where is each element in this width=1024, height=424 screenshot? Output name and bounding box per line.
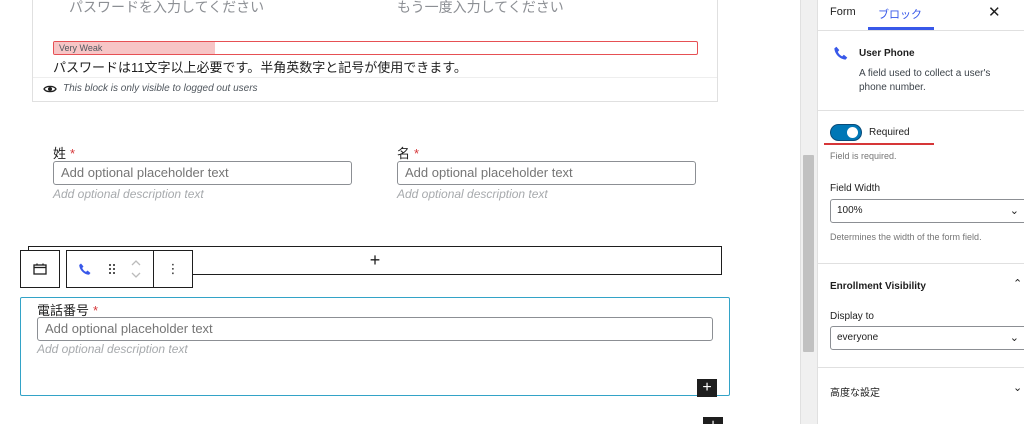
display-to-select[interactable]: everyone ⌄ [830, 326, 1024, 350]
required-asterisk: * [93, 303, 99, 318]
phone-field-block[interactable]: 電話番号 * Add optional placeholder text Add … [20, 297, 730, 397]
phone-icon [79, 263, 91, 275]
password-block[interactable]: パスワードを入力してください もう一度入力してください Very Weak パス… [32, 0, 718, 102]
block-toolbar: ⋮ [20, 250, 193, 288]
block-title: User Phone [859, 48, 915, 59]
toolbar-block-group [66, 250, 154, 288]
field-width-value: 100% [837, 205, 863, 216]
confirm-password-placeholder[interactable]: もう一度入力してください [397, 0, 564, 17]
required-asterisk: * [414, 146, 420, 161]
chevron-down-icon[interactable]: ⌄ [1013, 381, 1022, 394]
plus-icon: + [369, 250, 381, 270]
password-placeholder[interactable]: パスワードを入力してください [69, 0, 264, 17]
divider [818, 367, 1024, 368]
required-asterisk: * [70, 146, 76, 161]
field-width-help: Determines the width of the form field. [830, 232, 982, 242]
display-to-value: everyone [837, 332, 879, 343]
tab-block[interactable]: ブロック [878, 6, 922, 22]
password-strength-meter: Very Weak [53, 41, 698, 55]
add-block-button[interactable]: + [703, 417, 723, 424]
phone-icon [834, 46, 848, 60]
mover-group [125, 259, 147, 279]
eye-icon [43, 85, 57, 92]
phone-label-text: 電話番号 [37, 303, 90, 318]
select-parent-button[interactable] [21, 251, 59, 287]
chevron-down-icon: ⌄ [1009, 205, 1019, 217]
sidebar-tabs: Form ブロック ✕ [818, 0, 1024, 31]
annotation-underline [824, 143, 934, 145]
calendar-icon [33, 263, 47, 275]
password-strength-label: Very Weak [59, 43, 103, 53]
last-name-input[interactable]: Add optional placeholder text [53, 161, 352, 185]
close-sidebar-button[interactable]: ✕ [988, 3, 1001, 21]
phone-input[interactable]: Add optional placeholder text [37, 317, 713, 341]
inner-add-block-button[interactable]: + [697, 379, 717, 397]
divider [818, 110, 1024, 111]
block-type-button[interactable] [71, 251, 99, 287]
password-hint: パスワードは11文字以上必要です。半角英数字と記号が使用できます。 [53, 60, 467, 75]
first-name-input[interactable]: Add optional placeholder text [397, 161, 696, 185]
visibility-note: This block is only visible to logged out… [43, 83, 258, 94]
last-name-description: Add optional description text [53, 187, 204, 201]
tab-form[interactable]: Form [830, 6, 856, 18]
toolbar-parent-group [20, 250, 60, 288]
drag-handle-icon [109, 264, 115, 274]
more-vertical-icon: ⋮ [166, 261, 180, 276]
settings-sidebar: Form ブロック ✕ User Phone A field used to c… [817, 0, 1024, 424]
required-label: Required [869, 127, 910, 138]
last-name-label: 姓 * [53, 143, 75, 162]
block-description: A field used to collect a user's phone n… [859, 68, 991, 93]
advanced-settings-title[interactable]: 高度な設定 [830, 384, 880, 399]
required-toggle[interactable] [830, 124, 862, 141]
required-help: Field is required. [830, 151, 897, 161]
chevron-down-icon[interactable] [131, 271, 141, 279]
first-name-description: Add optional description text [397, 187, 548, 201]
divider [818, 263, 1024, 264]
enrollment-visibility-title[interactable]: Enrollment Visibility [830, 281, 926, 292]
more-options-button[interactable]: ⋮ [154, 251, 192, 287]
field-width-label: Field Width [830, 183, 881, 194]
display-to-label: Display to [830, 311, 874, 322]
last-name-label-text: 姓 [53, 146, 67, 161]
active-tab-indicator [868, 27, 934, 30]
close-icon: ✕ [988, 4, 1001, 21]
editor-canvas: パスワードを入力してください もう一度入力してください Very Weak パス… [0, 0, 800, 424]
toolbar-options-group: ⋮ [153, 250, 193, 288]
field-width-select[interactable]: 100% ⌄ [830, 199, 1024, 223]
chevron-up-icon[interactable] [131, 259, 141, 267]
first-name-label-text: 名 [397, 146, 411, 161]
chevron-up-icon[interactable]: ⌃ [1013, 277, 1022, 290]
toggle-knob [847, 127, 858, 138]
scrollbar-thumb[interactable] [803, 155, 814, 352]
first-name-label: 名 * [397, 143, 419, 162]
drag-handle[interactable] [101, 251, 123, 287]
divider [33, 77, 717, 78]
chevron-down-icon: ⌄ [1009, 332, 1019, 344]
visibility-note-text: This block is only visible to logged out… [63, 83, 258, 94]
phone-description: Add optional description text [37, 342, 188, 356]
